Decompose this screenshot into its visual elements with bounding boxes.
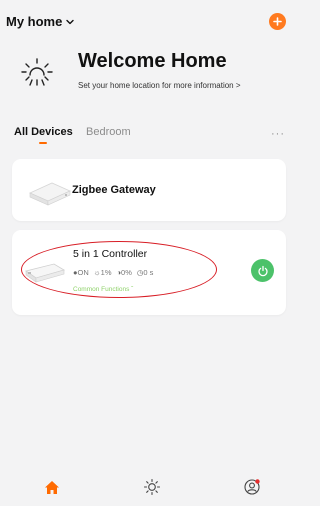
tab-bedroom[interactable]: Bedroom	[86, 126, 131, 138]
power-status: ●ON	[73, 268, 89, 277]
common-functions-toggle[interactable]: Common Functions ˇ	[73, 286, 133, 293]
bottom-navigation	[0, 466, 293, 506]
common-functions-label: Common Functions	[73, 286, 130, 293]
power-icon	[257, 265, 268, 276]
device-name: Zigbee Gateway	[72, 184, 156, 196]
notification-badge	[255, 479, 260, 484]
temperature-value: 0%	[121, 268, 132, 277]
device-name: 5 in 1 Controller	[73, 248, 148, 260]
set-location-link[interactable]: Set your home location for more informat…	[78, 81, 241, 90]
brightness-icon: ☼	[93, 268, 101, 277]
brightness-status: ☼1%	[94, 268, 112, 277]
zigbee-gateway-image	[29, 182, 71, 206]
profile-icon	[244, 479, 260, 495]
active-tab-indicator	[39, 142, 47, 144]
device-card-5in1-controller[interactable]: 5 in 1 Controller ●ON ☼1% ◑0% ◷0 s Commo…	[12, 230, 286, 315]
power-button[interactable]	[251, 259, 274, 282]
nav-home[interactable]	[41, 476, 63, 498]
device-status: ●ON ☼1% ◑0% ◷0 s	[73, 268, 153, 277]
timer-value: 0 s	[143, 268, 154, 277]
timer-status: ◷0 s	[137, 268, 154, 277]
temperature-status: ◑0%	[117, 268, 132, 277]
home-icon	[45, 480, 59, 494]
sun-icon	[21, 58, 53, 86]
more-horizontal-icon[interactable]: ···	[271, 128, 285, 140]
nav-scene[interactable]	[141, 476, 163, 498]
brightness-value: 1%	[100, 268, 112, 277]
power-value: ON	[77, 268, 89, 277]
home-selector[interactable]: My home	[6, 14, 75, 29]
tab-all-devices[interactable]: All Devices	[14, 126, 73, 138]
plus-icon	[273, 17, 282, 26]
chevron-down-icon	[66, 19, 75, 24]
add-device-button[interactable]	[269, 13, 286, 30]
home-name: My home	[6, 14, 63, 29]
scene-sun-icon	[143, 478, 161, 496]
device-card-zigbee-gateway[interactable]: Zigbee Gateway	[12, 159, 286, 221]
controller-image	[25, 263, 65, 283]
welcome-title: Welcome Home	[78, 50, 227, 72]
nav-profile[interactable]	[241, 476, 263, 498]
